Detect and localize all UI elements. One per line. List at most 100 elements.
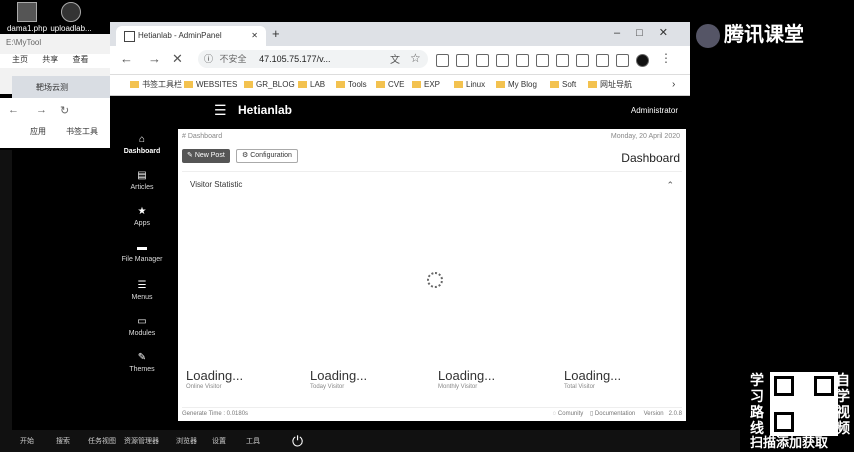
- extension-icon[interactable]: [576, 54, 589, 67]
- new-tab-button[interactable]: +: [272, 26, 280, 41]
- articles-icon: ▤: [137, 170, 147, 181]
- php-file-icon: [17, 2, 37, 22]
- qr-code-icon: [770, 372, 838, 436]
- url-text: 47.105.75.177/v...: [259, 54, 331, 64]
- translate-icon[interactable]: 文: [390, 51, 400, 66]
- stat-monthly-visitor: Loading... Monthly Visitor: [438, 368, 496, 390]
- logo-mark-icon: [696, 23, 720, 48]
- extension-icon[interactable]: [596, 54, 609, 67]
- extension-icon[interactable]: [496, 54, 509, 67]
- taskbar: 开始 搜索 任务视图 资源管理器 浏览器 设置 工具 ⏻: [0, 430, 740, 452]
- extension-icon[interactable]: [436, 54, 449, 67]
- desktop-icon-zip[interactable]: uploadlab...: [46, 2, 96, 33]
- desktop-icon-label: dama1.php: [6, 24, 48, 33]
- admin-header: ☰ Hetianlab Administrator: [110, 96, 690, 126]
- sidebar-item-apps[interactable]: ★ Apps: [110, 206, 174, 227]
- brand-title[interactable]: Hetianlab: [238, 103, 292, 117]
- close-tab-icon[interactable]: ✕: [251, 26, 258, 46]
- taskbar-item[interactable]: 浏览器: [176, 436, 197, 446]
- ribbon-tab[interactable]: 查看: [72, 55, 88, 64]
- back-arrow-icon[interactable]: ←: [120, 51, 133, 66]
- background-browser-tab[interactable]: 靶场云测: [12, 76, 112, 98]
- sidebar-item-themes[interactable]: ✎ Themes: [110, 352, 174, 373]
- chevron-up-icon[interactable]: ⌃: [666, 180, 674, 191]
- bookmark-item[interactable]: WEBSITES: [184, 75, 237, 95]
- bookmark-item[interactable]: 网址导航: [588, 75, 632, 95]
- documentation-link[interactable]: ▯ Documentation: [590, 411, 635, 417]
- sidebar-item-dashboard[interactable]: ⌂ Dashboard: [110, 134, 174, 155]
- extension-icon[interactable]: [536, 54, 549, 67]
- bookmark-item[interactable]: EXP: [412, 75, 440, 95]
- power-icon[interactable]: ⏻: [292, 433, 303, 450]
- close-window-button[interactable]: ✕: [659, 27, 684, 39]
- active-tab[interactable]: Hetianlab - AdminPanel ✕: [116, 26, 266, 46]
- folder-icon: [244, 81, 253, 88]
- more-menu-icon[interactable]: ⋮: [660, 51, 672, 65]
- taskbar-item[interactable]: 任务视图: [88, 436, 116, 446]
- extension-icon[interactable]: [476, 54, 489, 67]
- bg-tab-title: 靶场云测: [36, 83, 68, 92]
- panel-footer: Generate Time : 0.0180s ◌ Comunity ▯ Doc…: [182, 407, 682, 420]
- bookmark-item[interactable]: My Blog: [496, 75, 537, 95]
- extension-icon[interactable]: [616, 54, 629, 67]
- taskbar-item[interactable]: 开始: [20, 436, 34, 446]
- profile-avatar[interactable]: [636, 54, 649, 67]
- bg-bookmark[interactable]: 书签工具: [66, 126, 98, 137]
- bookmarks-bar: 书签工具栏 WEBSITES GR_BLOG LAB Tools CVE EXP…: [110, 75, 690, 96]
- qr-side-right: 自学视频: [836, 372, 850, 436]
- extension-icon[interactable]: [556, 54, 569, 67]
- zip-file-icon: [61, 2, 81, 22]
- reload-icon[interactable]: ↻: [60, 104, 69, 117]
- configuration-button[interactable]: ⚙ Configuration: [236, 149, 298, 163]
- watermark-logo: 腾讯课堂: [696, 18, 804, 48]
- bookmark-item[interactable]: CVE: [376, 75, 404, 95]
- close-icon[interactable]: ✕: [172, 51, 183, 67]
- back-arrow-icon[interactable]: ←: [8, 104, 19, 116]
- folder-icon: ▬: [137, 242, 147, 253]
- bookmark-item[interactable]: 书签工具栏: [130, 75, 182, 95]
- forward-arrow-icon[interactable]: →: [148, 51, 161, 66]
- sidebar-item-menus[interactable]: ☰ Menus: [110, 280, 174, 301]
- user-menu[interactable]: Administrator: [631, 106, 678, 115]
- folder-icon: [496, 81, 505, 88]
- sidebar-item-modules[interactable]: ▭ Modules: [110, 316, 174, 337]
- info-icon[interactable]: ⓘ: [204, 54, 213, 64]
- explorer-ribbon: 主页 共享 查看: [0, 54, 110, 68]
- minimize-button[interactable]: –: [614, 27, 636, 39]
- extension-icon[interactable]: [456, 54, 469, 67]
- statistic-title: Visitor Statistic: [190, 180, 243, 189]
- qr-caption: 扫描添加获取: [750, 435, 829, 450]
- chevron-right-icon[interactable]: ›: [672, 75, 675, 95]
- taskbar-item[interactable]: 设置: [212, 436, 226, 446]
- bookmark-item[interactable]: Linux: [454, 75, 485, 95]
- breadcrumb[interactable]: # Dashboard: [182, 133, 222, 140]
- bookmark-item[interactable]: LAB: [298, 75, 325, 95]
- new-post-button[interactable]: ✎ New Post: [182, 149, 230, 163]
- bg-bookmark[interactable]: 应用: [30, 126, 46, 137]
- taskbar-item[interactable]: 工具: [246, 436, 260, 446]
- desktop-icon-php[interactable]: dama1.php: [2, 2, 52, 33]
- ribbon-tab[interactable]: 主页: [12, 55, 28, 64]
- folder-icon: [550, 81, 559, 88]
- left-edge-strip: [0, 150, 12, 430]
- sidebar-item-articles[interactable]: ▤ Articles: [110, 170, 174, 191]
- folder-icon: [454, 81, 463, 88]
- version-label: Version: [643, 411, 664, 417]
- bookmark-item[interactable]: Soft: [550, 75, 576, 95]
- star-icon[interactable]: ☆: [410, 51, 421, 65]
- maximize-button[interactable]: □: [636, 27, 659, 39]
- bookmark-item[interactable]: GR_BLOG: [244, 75, 295, 95]
- community-link[interactable]: ◌ Comunity: [553, 411, 584, 417]
- tab-title: Hetianlab - AdminPanel: [138, 31, 222, 40]
- current-date: Monday, 20 April 2020: [610, 133, 680, 140]
- gear-icon: ⚙: [242, 152, 251, 159]
- sidebar-item-file-manager[interactable]: ▬ File Manager: [110, 242, 174, 263]
- insecure-label: 不安全: [219, 54, 247, 64]
- extension-icon[interactable]: [516, 54, 529, 67]
- taskbar-item[interactable]: 资源管理器: [124, 436, 159, 446]
- forward-arrow-icon[interactable]: →: [36, 104, 47, 116]
- ribbon-tab[interactable]: 共享: [42, 55, 58, 64]
- hamburger-menu-icon[interactable]: ☰: [214, 102, 227, 119]
- taskbar-item[interactable]: 搜索: [56, 436, 70, 446]
- bookmark-item[interactable]: Tools: [336, 75, 367, 95]
